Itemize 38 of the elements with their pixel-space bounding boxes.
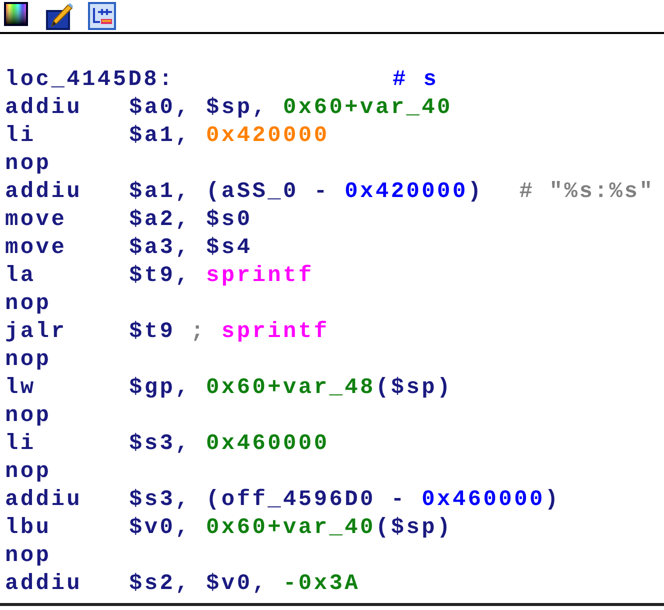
flowchart-icon	[88, 2, 116, 30]
mnemonic: addiu	[5, 94, 84, 122]
mnemonic: li	[5, 430, 37, 458]
operand-text: $a1, (aSS_0 - 0x420000)	[129, 178, 484, 206]
mnemonic: addiu	[5, 486, 84, 514]
mnemonic: nop	[5, 542, 52, 570]
operand-text: $v0, 0x60+var_40($sp)	[129, 514, 452, 542]
mnemonic: nop	[5, 402, 52, 430]
operand-text: $t9 ; sprintf	[129, 318, 330, 346]
pencil-icon	[46, 2, 74, 30]
code-label: loc_4145D8:	[5, 66, 174, 94]
toolbar-button[interactable]	[46, 2, 74, 30]
mnemonic: nop	[5, 346, 52, 374]
operand-text: $a2, $s0	[129, 206, 252, 234]
mnemonic: move	[5, 206, 68, 234]
operand-text: $gp, 0x60+var_48($sp)	[129, 374, 452, 402]
color-palette-icon	[4, 2, 28, 26]
mnemonic: lbu	[5, 514, 52, 542]
mnemonic: li	[5, 122, 37, 150]
mnemonic: nop	[5, 150, 52, 178]
operand-text: $s3, (off_4596D0 - 0x460000)	[129, 486, 560, 514]
mnemonic: jalr	[5, 318, 68, 346]
operand-text: $a0, $sp, 0x60+var_40	[129, 94, 452, 122]
operand-text: $s2, $v0, -0x3A	[129, 570, 360, 598]
comment: # "%s:%s"	[519, 178, 654, 206]
operand-text: $t9, sprintf	[129, 262, 314, 290]
mnemonic: lw	[5, 374, 37, 402]
mnemonic: nop	[5, 290, 52, 318]
comment: # s	[392, 66, 439, 94]
mnemonic: addiu	[5, 570, 84, 598]
operand-text: $a1, 0x420000	[129, 122, 330, 150]
operand-text: $s3, 0x460000	[129, 430, 330, 458]
operand-text: $a3, $s4	[129, 234, 252, 262]
mnemonic: addiu	[5, 178, 84, 206]
mnemonic: nop	[5, 458, 52, 486]
toolbar-button[interactable]	[88, 2, 116, 30]
mnemonic: move	[5, 234, 68, 262]
mnemonic: la	[5, 262, 37, 290]
